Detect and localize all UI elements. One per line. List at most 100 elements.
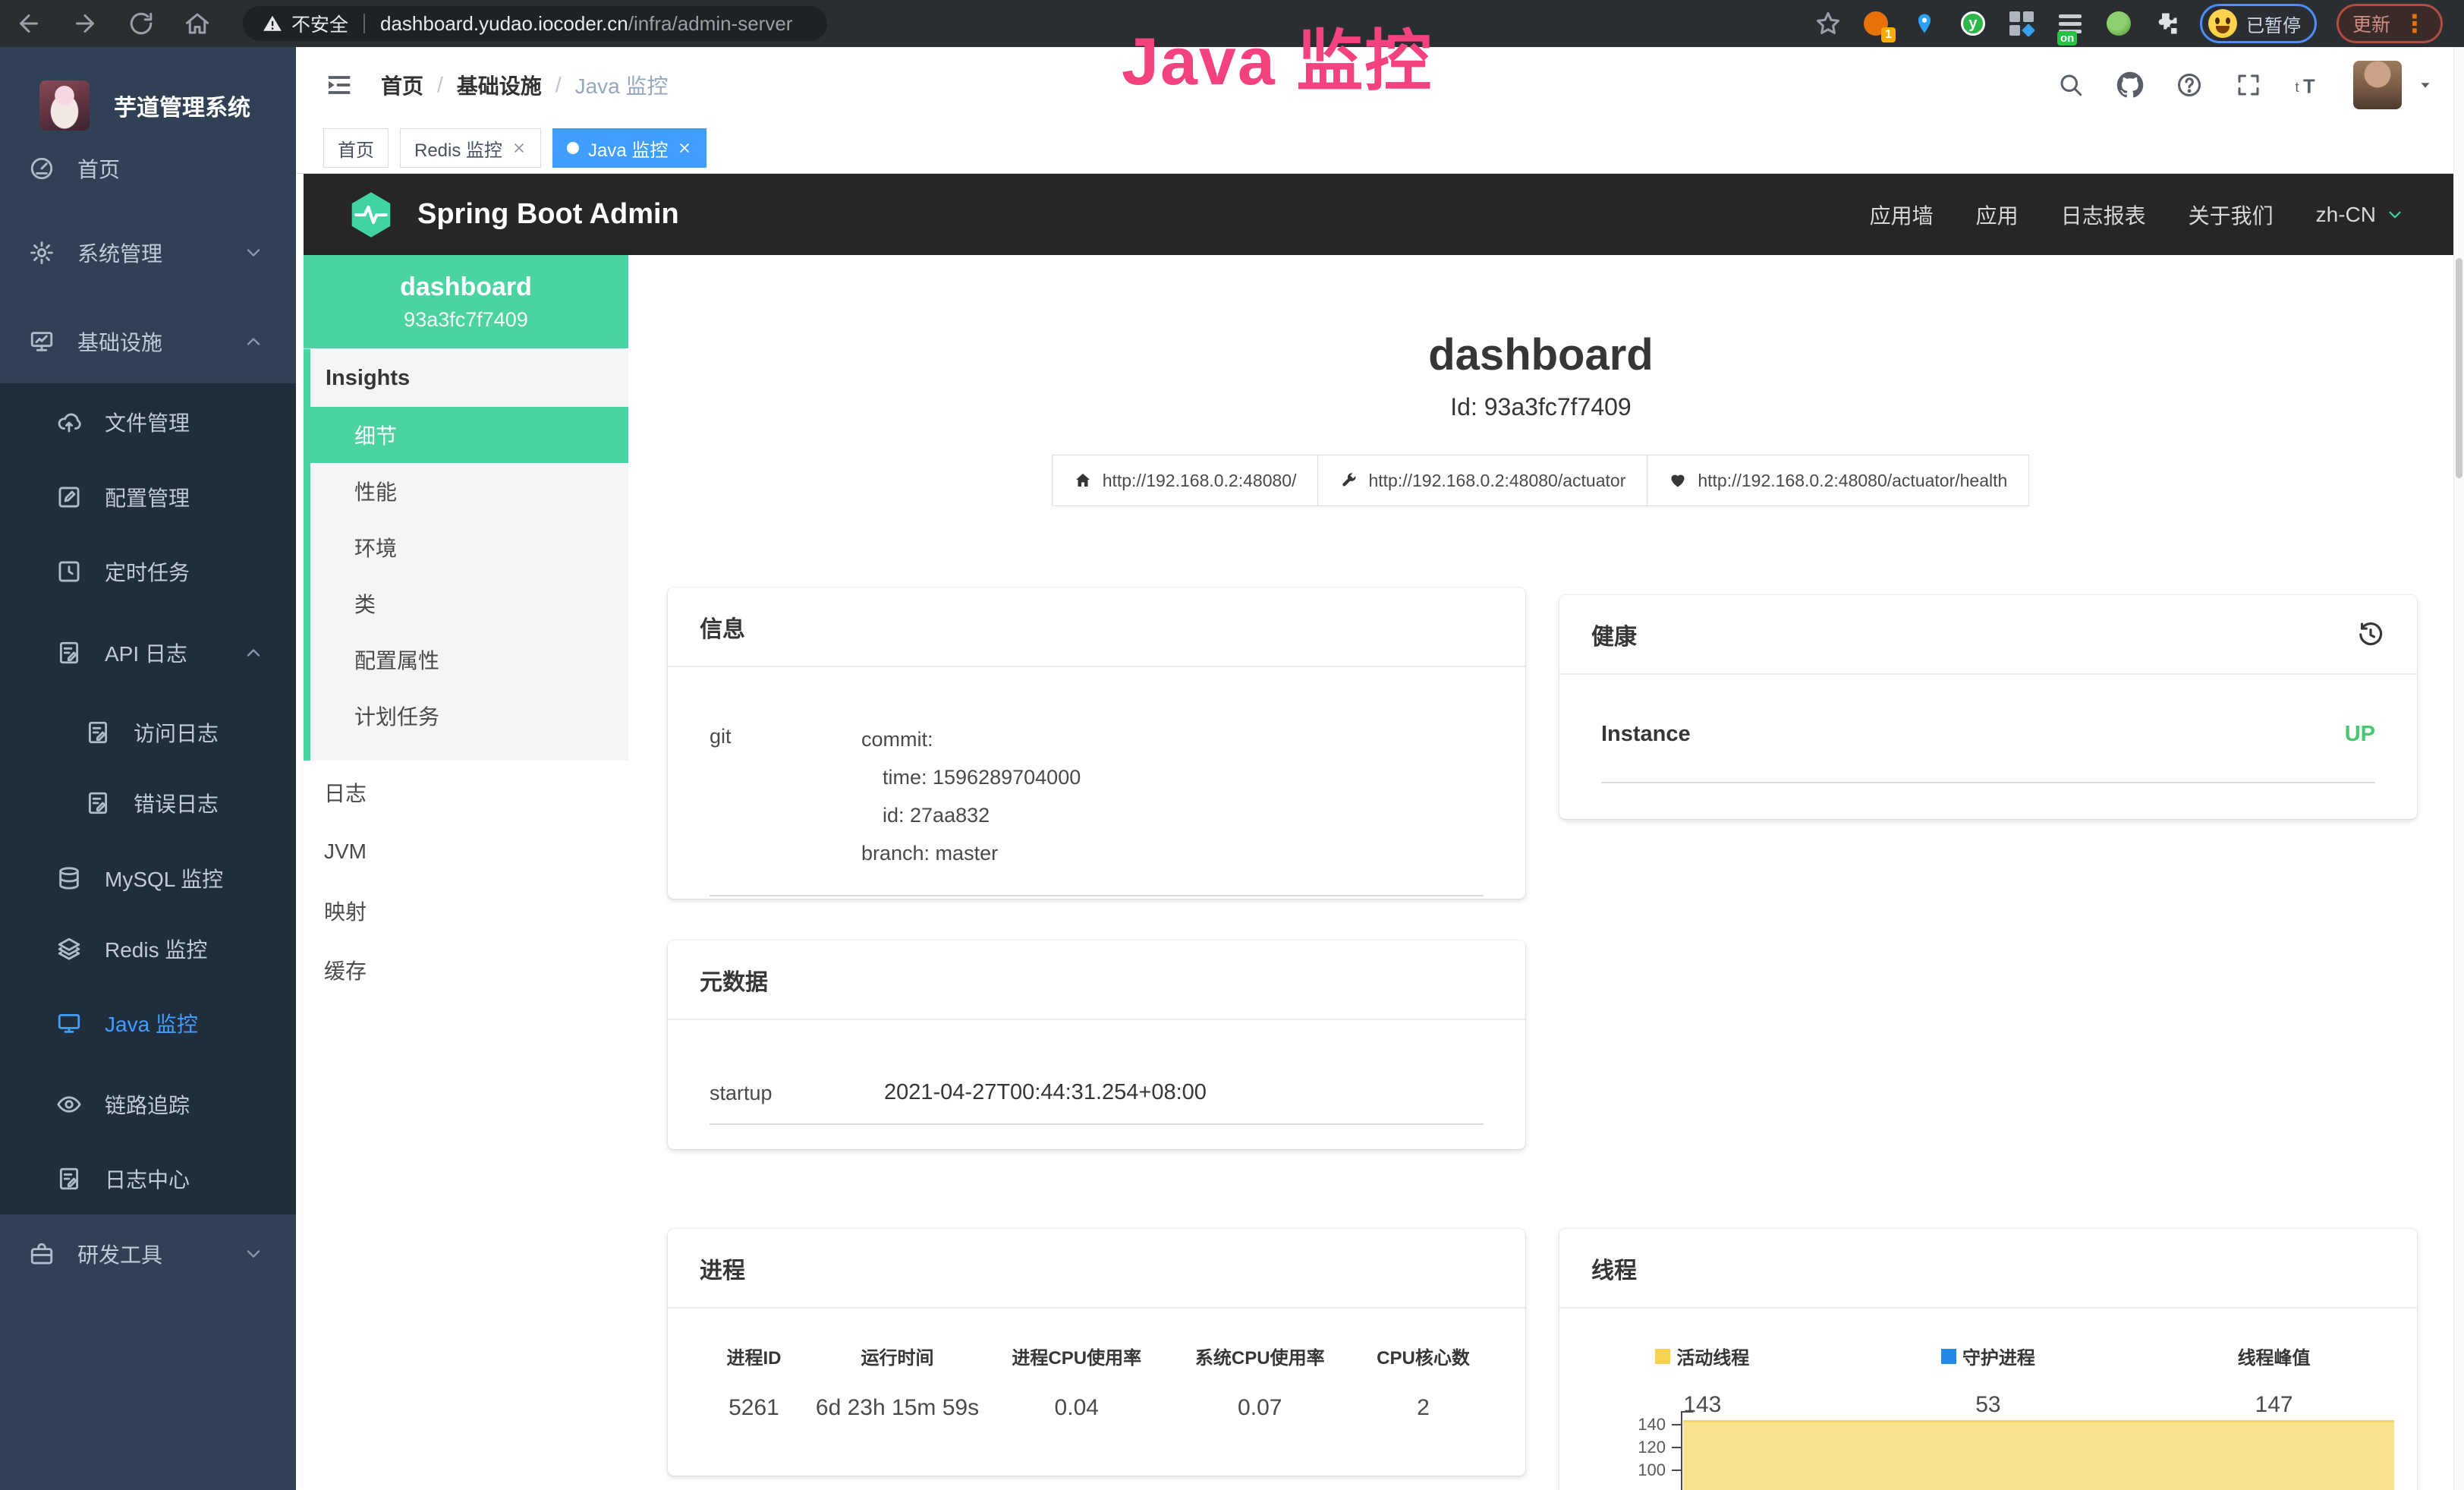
sba-item-mappings[interactable]: 映射 (304, 881, 628, 940)
sidebar-item-infra[interactable]: 基础设施 (0, 307, 296, 376)
metadata-card-title: 元数据 (668, 940, 1525, 1020)
breadcrumb-infra[interactable]: 基础设施 (457, 70, 542, 100)
home-icon[interactable] (184, 10, 211, 37)
extensions-puzzle-icon[interactable] (2153, 10, 2180, 37)
scrollbar-track[interactable] (2453, 47, 2464, 1490)
tag-label: 首页 (338, 135, 374, 162)
update-button[interactable]: 更新 ⋮ (2337, 4, 2443, 43)
font-size-icon[interactable]: tT (2294, 71, 2321, 99)
security-label: 不安全 (291, 10, 348, 37)
annotation-text: Java 监控 (1122, 8, 1433, 104)
fullscreen-icon[interactable] (2235, 71, 2262, 99)
sba-item-details[interactable]: 细节 (310, 407, 628, 463)
instance-id: Id: 93a3fc7f7409 (628, 393, 2453, 421)
extension-grid-icon[interactable] (2007, 9, 2036, 38)
sba-app-header[interactable]: dashboard 93a3fc7f7409 (304, 255, 628, 348)
sba-item-jvm[interactable]: JVM (304, 822, 628, 881)
profile-chip[interactable]: 已暂停 (2200, 4, 2317, 43)
y-tick-label: 100 (1559, 1460, 1666, 1480)
y-tick-label: 140 (1559, 1415, 1666, 1435)
bookmark-star-icon[interactable] (1814, 10, 1842, 37)
sidebar-item-devtools[interactable]: 研发工具 (0, 1219, 296, 1289)
search-icon[interactable] (2057, 71, 2085, 99)
extension-pin-icon[interactable] (1910, 9, 1939, 38)
history-icon[interactable] (2356, 620, 2385, 649)
sidebar-item-job[interactable]: 定时任务 (0, 537, 296, 606)
git-id-line: id: 27aa832 (861, 796, 1081, 834)
live-threads-area (1683, 1420, 2394, 1490)
extension-leaf-icon[interactable] (2104, 9, 2133, 38)
sba-nav-journal[interactable]: 日志报表 (2061, 200, 2146, 230)
github-icon[interactable] (2116, 71, 2144, 99)
sba-insights-section: Insights 细节 性能 环境 类 配置属性 计划任务 (304, 349, 628, 761)
health-url-link[interactable]: http://192.168.0.2:48080/actuator/health (1647, 455, 2029, 506)
breadcrumb-separator: / (437, 73, 443, 97)
not-secure-icon (263, 14, 282, 33)
chevron-down-icon (243, 242, 264, 263)
process-header-cpu: 进程CPU使用率 (985, 1343, 1169, 1369)
service-url-link[interactable]: http://192.168.0.2:48080/ (1052, 455, 1319, 506)
tag-java[interactable]: Java 监控 (552, 128, 706, 168)
forward-icon[interactable] (71, 10, 99, 37)
sidebar-item-label: MySQL 监控 (105, 863, 223, 893)
sba-item-metrics[interactable]: 性能 (310, 463, 628, 519)
sidebar-item-api-log[interactable]: API 日志 (0, 618, 296, 688)
browser-menu-icon[interactable]: ⋮ (2403, 11, 2427, 36)
sidebar-item-trace[interactable]: 链路追踪 (0, 1069, 296, 1139)
sba-item-env[interactable]: 环境 (310, 519, 628, 575)
extension-green-icon[interactable]: y (1959, 9, 1987, 38)
sba-nav-apps[interactable]: 应用 (1976, 200, 2019, 230)
sba-item-configprops[interactable]: 配置属性 (310, 632, 628, 688)
process-card-title: 进程 (668, 1229, 1525, 1309)
metadata-key: startup (710, 1077, 884, 1105)
language-selector[interactable]: zh-CN (2316, 203, 2405, 227)
scrollbar-thumb[interactable] (2456, 258, 2462, 478)
sba-nav-wall[interactable]: 应用墙 (1870, 200, 1934, 230)
actuator-url-link[interactable]: http://192.168.0.2:48080/actuator (1317, 455, 1647, 506)
process-header-syscpu: 系统CPU使用率 (1169, 1343, 1352, 1369)
sba-nav-about[interactable]: 关于我们 (2189, 200, 2274, 230)
sba-item-logs[interactable]: 日志 (304, 763, 628, 822)
process-pid: 5261 (698, 1395, 810, 1421)
reload-icon[interactable] (127, 10, 155, 37)
user-avatar[interactable] (2353, 61, 2402, 109)
content-area: 首页 / 基础设施 / Java 监控 tT 首页 Redis 监控 (296, 47, 2464, 1490)
sba-logo-icon[interactable] (346, 190, 396, 240)
heart-icon (1669, 471, 1687, 490)
breadcrumb: 首页 / 基础设施 / Java 监控 (381, 47, 669, 123)
sidebar-item-log-center[interactable]: 日志中心 (0, 1144, 296, 1214)
sidebar-item-config[interactable]: 配置管理 (0, 462, 296, 532)
help-icon[interactable] (2176, 71, 2203, 99)
close-icon[interactable] (511, 140, 527, 156)
sidebar-item-redis[interactable]: Redis 监控 (0, 914, 296, 984)
extension-shield-icon[interactable]: 1 (1861, 9, 1890, 38)
wrench-icon (1339, 471, 1358, 490)
sidebar-item-java[interactable]: Java 监控 (0, 988, 296, 1058)
sidebar-item-access-log[interactable]: 访问日志 (0, 698, 296, 767)
sidebar-item-home[interactable]: 首页 (0, 134, 296, 203)
tag-redis[interactable]: Redis 监控 (400, 128, 541, 168)
dashboard-icon (29, 156, 55, 181)
legend-live-label: 活动线程 (1676, 1343, 1749, 1369)
sidebar-item-system[interactable]: 系统管理 (0, 218, 296, 288)
edit-icon (56, 484, 82, 510)
database-icon (56, 865, 82, 891)
close-icon[interactable] (677, 140, 692, 156)
sba-item-caches[interactable]: 缓存 (304, 940, 628, 1000)
hamburger-icon[interactable] (325, 71, 354, 99)
app-logo (39, 80, 90, 131)
address-bar[interactable]: 不安全 dashboard.yudao.iocoder.cn /infra/ad… (243, 6, 827, 41)
back-icon[interactable] (15, 10, 42, 37)
app-title: 芋道管理系统 (114, 89, 250, 122)
sidebar-item-mysql[interactable]: MySQL 监控 (0, 843, 296, 913)
app-sidebar: 芋道管理系统 首页 系统管理 基础设施 文件管理 配置管理 定时任务 (0, 47, 296, 1490)
sba-item-scheduled[interactable]: 计划任务 (310, 688, 628, 744)
extension-tabs-icon[interactable]: on (2056, 9, 2085, 38)
sba-item-classes[interactable]: 类 (310, 575, 628, 632)
tag-home[interactable]: 首页 (323, 128, 389, 168)
sidebar-item-file[interactable]: 文件管理 (0, 387, 296, 457)
active-tag-dot (567, 142, 579, 154)
sidebar-item-error-log[interactable]: 错误日志 (0, 768, 296, 838)
breadcrumb-home[interactable]: 首页 (381, 70, 423, 100)
caret-down-icon[interactable] (2417, 77, 2434, 93)
